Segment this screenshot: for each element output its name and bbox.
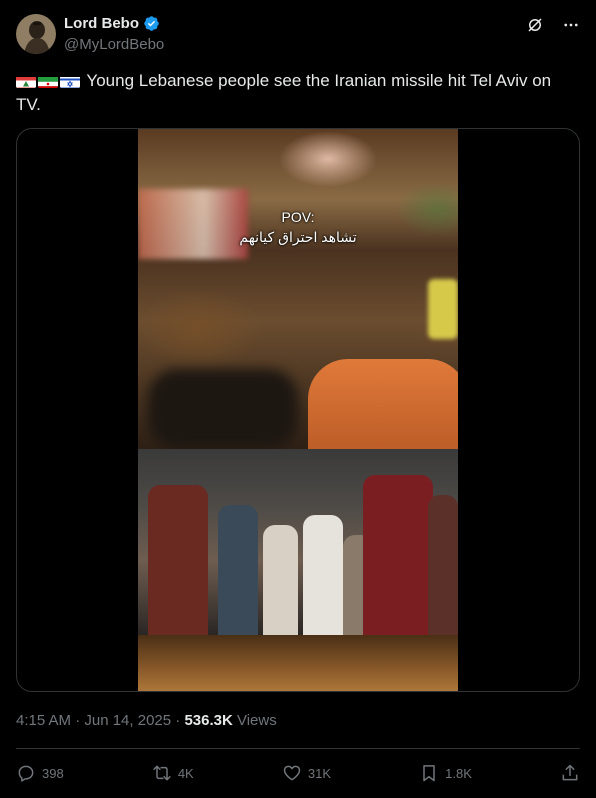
verified-badge-icon xyxy=(144,16,159,31)
meta-separator: · xyxy=(171,712,185,729)
avatar-image-icon xyxy=(16,14,56,54)
reply-button[interactable]: 398 xyxy=(16,763,64,783)
lebanon-flag-icon xyxy=(16,74,36,88)
israel-flag-icon xyxy=(60,74,80,88)
tweet-media[interactable]: POV: تشاهد احتراق كيانهم xyxy=(16,128,580,692)
tweet-body: Young Lebanese people see the Iranian mi… xyxy=(16,71,552,114)
video-player[interactable]: POV: تشاهد احتراق كيانهم xyxy=(138,129,458,691)
repost-count: 4K xyxy=(177,765,194,781)
video-frame-top: POV: تشاهد احتراق كيانهم xyxy=(138,129,458,459)
reply-count: 398 xyxy=(42,765,64,781)
repost-icon xyxy=(153,765,171,781)
bookmark-count: 1.8K xyxy=(445,765,472,781)
iran-flag-icon xyxy=(38,74,58,88)
bookmark-icon xyxy=(423,765,435,782)
share-icon xyxy=(562,764,578,781)
views-label: Views xyxy=(232,712,277,729)
video-frame-bottom xyxy=(138,449,458,635)
like-count: 31K xyxy=(307,765,331,781)
bookmark-button[interactable]: 1.8K xyxy=(419,763,472,783)
avatar[interactable] xyxy=(16,14,56,54)
share-button[interactable] xyxy=(560,763,580,783)
author-name[interactable]: Lord Bebo xyxy=(64,15,139,32)
video-caption-line2: تشاهد احتراق كيانهم xyxy=(239,229,357,245)
divider xyxy=(16,748,580,749)
like-button[interactable]: 31K xyxy=(282,763,331,783)
timestamp[interactable]: 4:15 AM · Jun 14, 2025 xyxy=(16,712,171,729)
tweet-header: Lord Bebo @MyLordBebo xyxy=(16,12,580,56)
video-frame-floor xyxy=(138,635,458,691)
grok-icon[interactable] xyxy=(526,16,544,39)
heart-icon xyxy=(283,765,301,781)
tweet-meta: 4:15 AM · Jun 14, 2025 · 536.3K Views xyxy=(16,712,277,729)
video-caption-line1: POV: xyxy=(281,209,315,225)
repost-button[interactable]: 4K xyxy=(152,763,194,783)
more-icon[interactable] xyxy=(562,16,580,39)
reply-icon xyxy=(18,765,34,782)
action-bar: 398 4K 31K 1.8K xyxy=(16,760,580,786)
views-count: 536.3K xyxy=(184,712,233,729)
tweet-text: Young Lebanese people see the Iranian mi… xyxy=(16,69,576,117)
author-handle[interactable]: @MyLordBebo xyxy=(64,36,164,53)
